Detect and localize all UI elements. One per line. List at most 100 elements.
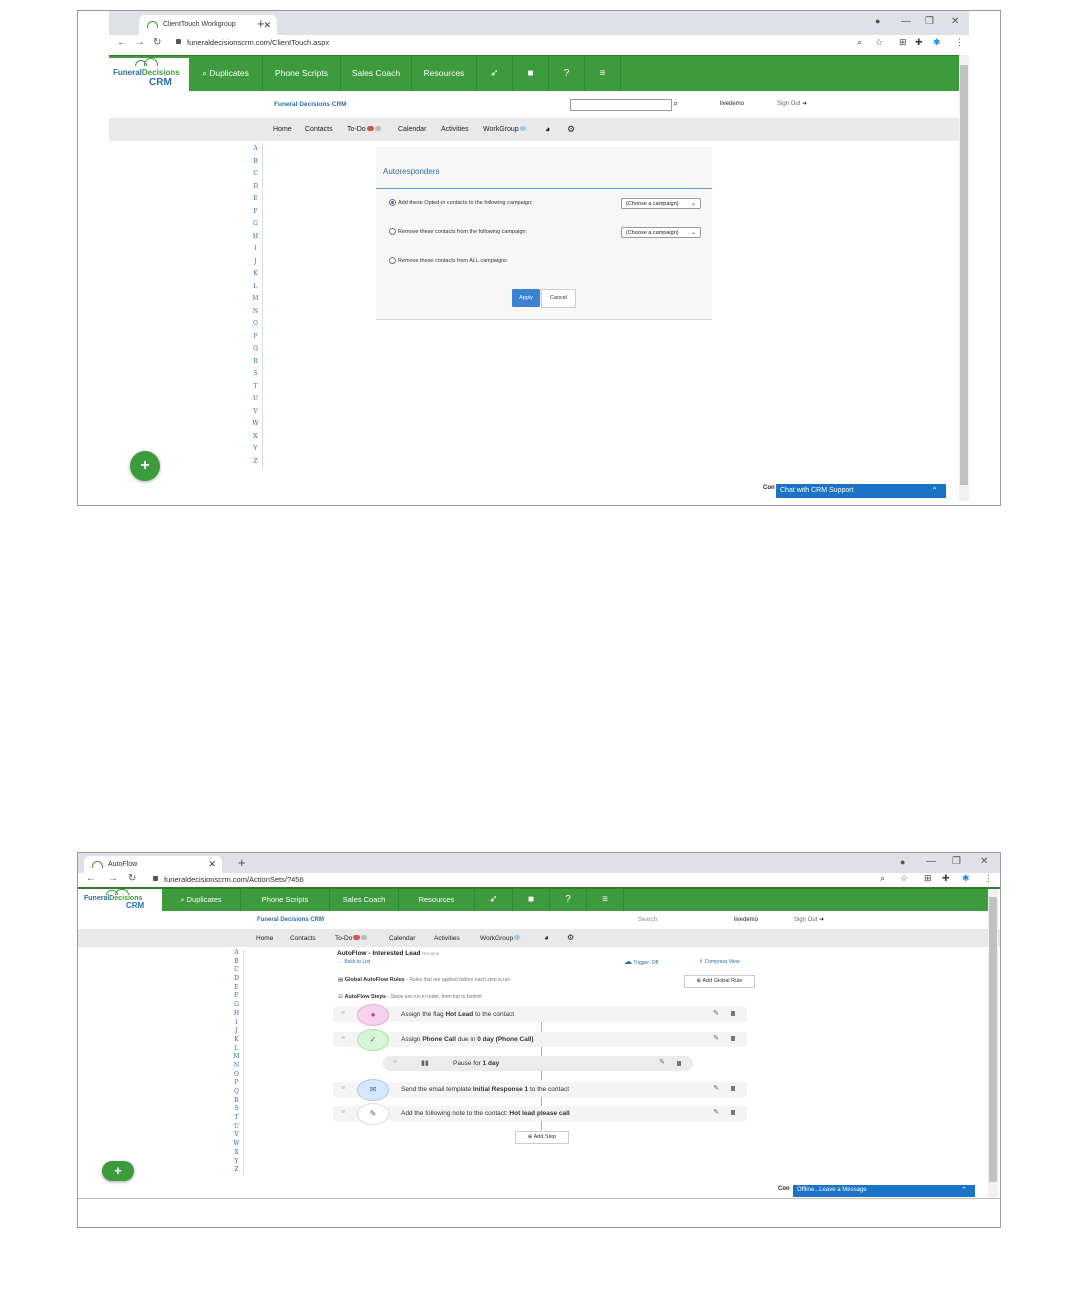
alphabet-letter[interactable]: M xyxy=(230,1053,243,1062)
gear-icon[interactable]: ⚙ xyxy=(567,933,574,942)
alphabet-letter[interactable]: A xyxy=(230,949,243,958)
alphabet-letter[interactable]: H xyxy=(230,1010,243,1019)
add-fab-button[interactable]: + xyxy=(102,1161,134,1181)
alphabet-letter[interactable]: Z xyxy=(249,456,262,469)
search-input[interactable]: Search xyxy=(638,917,657,923)
alphabet-letter[interactable]: Q xyxy=(249,343,262,356)
extension-icon[interactable]: ✱ xyxy=(933,37,941,48)
step-pause[interactable]: ≡ ▮▮ Pause for 1 day ✎ xyxy=(383,1056,693,1071)
edit-pencil-icon[interactable]: ✎ xyxy=(713,1084,719,1092)
trigger-toggle[interactable]: ☁ Trigger: Off xyxy=(624,957,658,966)
forward-icon[interactable]: → xyxy=(135,37,145,48)
help-icon[interactable]: ? xyxy=(549,56,585,91)
nav-sales-coach[interactable]: Sales Coach xyxy=(341,56,412,91)
record-icon[interactable]: ● xyxy=(875,16,880,26)
alphabet-letter[interactable]: G xyxy=(230,1001,243,1010)
alphabet-letter[interactable]: O xyxy=(230,1071,243,1080)
bookmark-star-icon[interactable]: ☆ xyxy=(875,37,883,48)
nav-phone-scripts[interactable]: Phone Scripts xyxy=(263,56,341,91)
gear-icon[interactable]: ⚙ xyxy=(567,124,575,135)
alphabet-letter[interactable]: V xyxy=(249,406,262,419)
alphabet-letter[interactable]: I xyxy=(230,1019,243,1028)
username[interactable]: livedemo xyxy=(734,917,758,923)
alphabet-letter[interactable]: A xyxy=(249,143,262,156)
menu-todo[interactable]: To-Do xyxy=(335,935,368,942)
nav-sales-coach[interactable]: Sales Coach xyxy=(330,889,399,911)
site-logo[interactable]: FuneralDecisions CRM xyxy=(78,889,162,911)
radio-icon[interactable] xyxy=(389,257,396,264)
close-window-icon[interactable]: ✕ xyxy=(980,856,988,867)
alphabet-letter[interactable]: C xyxy=(230,966,243,975)
alphabet-letter[interactable]: F xyxy=(249,206,262,219)
reload-icon[interactable]: ↻ xyxy=(153,37,161,48)
alphabet-letter[interactable]: Z xyxy=(230,1166,243,1175)
alphabet-letter[interactable]: X xyxy=(249,431,262,444)
sign-out-link[interactable]: Sign Out ➜ xyxy=(777,100,807,107)
notes-icon[interactable]: ■ xyxy=(513,56,549,91)
close-window-icon[interactable]: ✕ xyxy=(951,16,959,27)
add-step-button[interactable]: ⊕ Add Step xyxy=(515,1131,569,1144)
menu-activities[interactable]: Activities xyxy=(434,935,460,942)
scrollbar[interactable] xyxy=(988,889,998,1198)
alphabet-letter[interactable]: B xyxy=(230,958,243,967)
alphabet-letter[interactable]: J xyxy=(249,256,262,269)
pie-chart-icon[interactable]: ◕ xyxy=(545,124,550,134)
add-global-rule-button[interactable]: ⊕ Add Global Rule xyxy=(684,975,755,988)
alphabet-letter[interactable]: C xyxy=(249,168,262,181)
menu-calendar[interactable]: Calendar xyxy=(389,935,415,942)
alphabet-letter[interactable]: K xyxy=(230,1036,243,1045)
browser-tab[interactable]: AutoFlow ✕ xyxy=(84,856,222,873)
url-field[interactable]: funeraldecisionscrm.com/ActionSets/?456 xyxy=(164,875,304,884)
reload-icon[interactable]: ↻ xyxy=(128,873,136,884)
alphabet-letter[interactable]: P xyxy=(230,1079,243,1088)
radio-icon[interactable] xyxy=(389,228,396,235)
rocket-icon[interactable]: ➶ xyxy=(477,56,513,91)
option-add-campaign[interactable]: Add these Opted-in contacts to the follo… xyxy=(389,199,533,206)
alphabet-letter[interactable]: T xyxy=(230,1114,243,1123)
edit-pencil-icon[interactable]: ✎ xyxy=(713,1009,719,1017)
alphabet-letter[interactable]: K xyxy=(249,268,262,281)
alphabet-letter[interactable]: S xyxy=(249,368,262,381)
drag-handle-icon[interactable]: ≡ xyxy=(341,1035,345,1042)
trash-icon[interactable] xyxy=(731,1110,735,1115)
chat-offline-bar[interactable]: Offline...Leave a Message ⌃ xyxy=(793,1185,975,1197)
nav-duplicates[interactable]: ⌕ Duplicates xyxy=(189,56,263,91)
extension-icon[interactable]: ✱ xyxy=(962,873,970,884)
record-icon[interactable]: ● xyxy=(900,857,905,867)
trash-icon[interactable] xyxy=(731,1036,735,1041)
alphabet-letter[interactable]: R xyxy=(230,1097,243,1106)
forward-icon[interactable]: → xyxy=(108,873,118,884)
menu-home[interactable]: Home xyxy=(256,935,273,942)
alphabet-letter[interactable]: B xyxy=(249,156,262,169)
alphabet-letter[interactable]: Q xyxy=(230,1088,243,1097)
zoom-icon[interactable]: ⌕ xyxy=(857,37,862,48)
alphabet-letter[interactable]: W xyxy=(249,418,262,431)
rocket-icon[interactable]: ➶ xyxy=(475,889,513,911)
search-input[interactable] xyxy=(570,99,672,111)
add-fab-button[interactable]: + xyxy=(130,451,160,481)
hamburger-menu-icon[interactable]: ≡ xyxy=(585,56,621,91)
drag-handle-icon[interactable]: ≡ xyxy=(393,1059,397,1066)
step-send-email[interactable]: ≡ ✉ Send the email template Initial Resp… xyxy=(333,1079,747,1101)
minimize-icon[interactable]: — xyxy=(901,16,911,27)
alphabet-letter[interactable]: J xyxy=(230,1027,243,1036)
brand-link[interactable]: Funeral Decisions CRM xyxy=(257,917,324,923)
trash-icon[interactable] xyxy=(731,1011,735,1016)
alphabet-letter[interactable]: P xyxy=(249,331,262,344)
alphabet-letter[interactable]: D xyxy=(249,181,262,194)
grid-extension-icon[interactable]: ⊞ xyxy=(899,37,907,48)
scrollbar-thumb[interactable] xyxy=(989,897,997,1182)
back-icon[interactable]: ← xyxy=(117,37,127,48)
scrollbar-thumb[interactable] xyxy=(960,65,968,485)
hamburger-menu-icon[interactable]: ≡ xyxy=(587,889,624,911)
alphabet-letter[interactable]: Y xyxy=(230,1158,243,1167)
alphabet-letter[interactable]: X xyxy=(230,1149,243,1158)
alphabet-letter[interactable]: U xyxy=(249,393,262,406)
trash-icon[interactable] xyxy=(731,1086,735,1091)
grid-extension-icon[interactable]: ⊞ xyxy=(924,873,932,884)
menu-contacts[interactable]: Contacts xyxy=(305,126,333,133)
search-icon[interactable]: ⌕ xyxy=(673,98,678,109)
remove-campaign-select[interactable]: (Choose a campaign) ⌄ xyxy=(621,227,701,238)
alphabet-letter[interactable]: D xyxy=(230,975,243,984)
new-tab-icon[interactable]: + xyxy=(257,15,265,33)
